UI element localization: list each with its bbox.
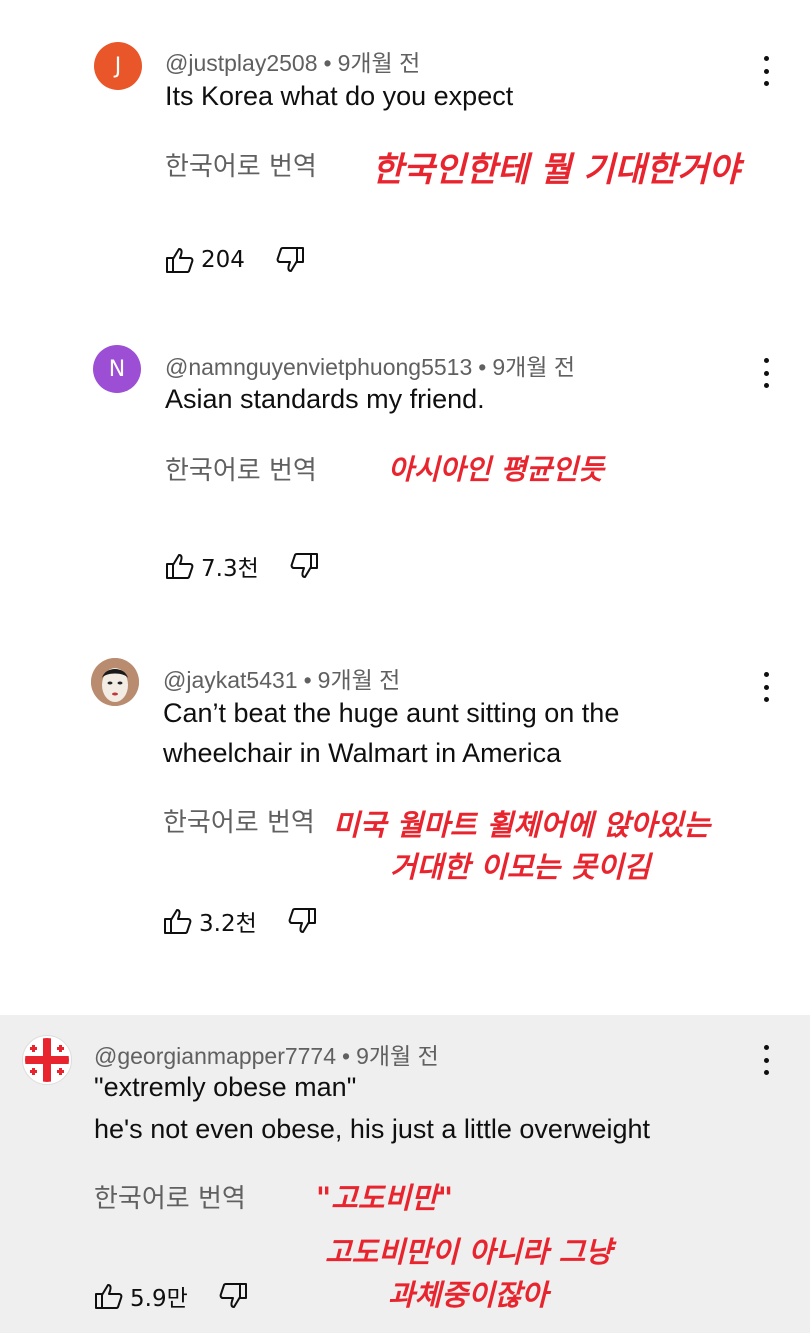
thumbs-down-icon xyxy=(288,908,316,933)
comment-meta: @georgianmapper7774 • 9개월 전 xyxy=(94,1043,439,1069)
more-options-button[interactable] xyxy=(756,56,776,86)
dislike-button[interactable] xyxy=(218,1282,248,1310)
annotation-text: 한국인한테 뭘 기대한거야 xyxy=(372,150,740,190)
comment-meta: @jaykat5431 • 9개월 전 xyxy=(163,667,401,693)
comment-text: "extremly obese man" xyxy=(94,1072,357,1102)
thumbs-up-icon xyxy=(166,248,194,273)
thumbs-down-icon xyxy=(290,553,318,578)
comment-text: wheelchair in Walmart in America xyxy=(163,738,562,768)
more-options-button[interactable] xyxy=(756,1045,776,1075)
comment-meta: @namnguyenvietphuong5513 • 9개월 전 xyxy=(165,354,575,380)
dislike-button[interactable] xyxy=(289,552,319,580)
thumbs-up-icon xyxy=(166,554,194,579)
avatar[interactable] xyxy=(91,658,139,706)
avatar[interactable] xyxy=(22,1035,72,1085)
comment: J @justplay2508 • 9개월 전 Its Korea what do … xyxy=(0,0,810,310)
comment-author[interactable]: @namnguyenvietphuong5513 xyxy=(165,354,472,380)
comment-text: Its Korea what do you expect xyxy=(165,81,514,111)
thumbs-down-icon xyxy=(276,247,304,272)
dislike-button[interactable] xyxy=(287,907,317,935)
comment: N @namnguyenvietphuong5513 • 9개월 전 Asian s… xyxy=(0,310,810,630)
annotation-text: 거대한 이모는 못이김 xyxy=(390,850,651,884)
annotation-text: "고도비만" xyxy=(316,1181,453,1215)
comment-time: 9개월 전 xyxy=(317,667,401,693)
translate-button[interactable]: 한국어로 번역 xyxy=(165,146,317,183)
annotation-text: 고도비만이 아니라 그냥 xyxy=(325,1235,612,1269)
avatar[interactable]: N xyxy=(93,345,141,393)
comment-actions: 204 xyxy=(165,246,305,274)
avatar[interactable]: J xyxy=(94,42,142,90)
comment-author[interactable]: @jaykat5431 xyxy=(163,667,298,693)
like-count: 5.9만 xyxy=(130,1286,188,1312)
annotation-text: 과체중이잖아 xyxy=(388,1278,549,1312)
comment-text: he's not even obese, his just a little o… xyxy=(94,1114,650,1144)
thumbs-up-icon xyxy=(95,1284,123,1309)
comment-meta: @justplay2508 • 9개월 전 xyxy=(165,50,421,76)
comment: @jaykat5431 • 9개월 전 Can’t beat the huge au… xyxy=(0,630,810,1015)
like-count: 204 xyxy=(201,247,245,273)
comment-time: 9개월 전 xyxy=(492,354,575,380)
comment-time: 9개월 전 xyxy=(337,50,421,76)
comment-actions: 5.9만 xyxy=(94,1279,248,1313)
comment-author[interactable]: @georgianmapper7774 xyxy=(94,1043,336,1069)
comment-time: 9개월 전 xyxy=(356,1043,439,1069)
comment-actions: 3.2천 xyxy=(163,904,317,938)
comment-text: Asian standards my friend. xyxy=(165,384,485,414)
like-button[interactable]: 7.3천 xyxy=(165,549,259,583)
more-options-button[interactable] xyxy=(756,358,776,388)
annotation-text: 아시아인 평균인듯 xyxy=(388,453,604,486)
georgia-flag-icon xyxy=(25,1038,69,1082)
like-count: 7.3천 xyxy=(201,556,259,582)
translate-button[interactable]: 한국어로 번역 xyxy=(94,1178,246,1215)
comment-actions: 7.3천 xyxy=(165,549,319,583)
comment-text: Can’t beat the huge aunt sitting on the xyxy=(163,698,620,728)
comment-highlighted: @georgianmapper7774 • 9개월 전 "extremly obes… xyxy=(0,1015,810,1333)
thumbs-down-icon xyxy=(219,1283,247,1308)
like-button[interactable]: 204 xyxy=(165,246,245,274)
noh-mask-icon xyxy=(91,658,139,706)
translate-button[interactable]: 한국어로 번역 xyxy=(163,802,315,839)
like-button[interactable]: 5.9만 xyxy=(94,1279,188,1313)
dislike-button[interactable] xyxy=(275,246,305,274)
like-count: 3.2천 xyxy=(199,911,257,937)
translate-button[interactable]: 한국어로 번역 xyxy=(165,450,317,487)
more-options-button[interactable] xyxy=(756,672,776,702)
annotation-text: 미국 월마트 휠체어에 앉아있는 xyxy=(333,808,711,842)
thumbs-up-icon xyxy=(164,909,192,934)
comment-author[interactable]: @justplay2508 xyxy=(165,50,318,76)
like-button[interactable]: 3.2천 xyxy=(163,904,257,938)
